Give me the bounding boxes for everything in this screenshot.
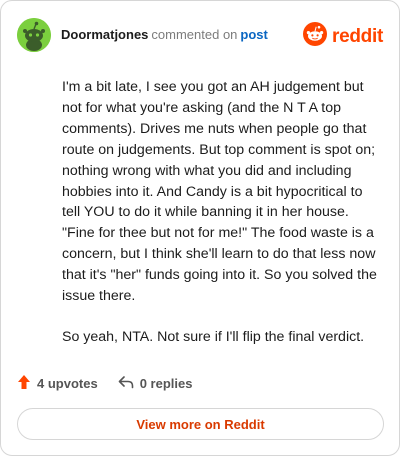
action-text: commented on: [151, 27, 238, 42]
comment-header: Doormatjones commented on post reddit: [17, 17, 383, 53]
view-more-button[interactable]: View more on Reddit: [17, 408, 384, 440]
upvote-count[interactable]: 4 upvotes: [17, 374, 98, 393]
reddit-logo-icon: [303, 22, 328, 51]
comment-body: I'm a bit late, I see you got an AH judg…: [62, 77, 382, 348]
embedded-comment-card: Doormatjones commented on post reddit I'…: [0, 0, 400, 456]
reply-count[interactable]: 0 replies: [118, 375, 193, 392]
reddit-wordmark: reddit: [332, 25, 383, 47]
reply-arrow-icon: [118, 375, 134, 392]
reply-label: 0 replies: [139, 375, 193, 391]
reddit-brand[interactable]: reddit: [303, 22, 383, 51]
upvote-label: 4 upvotes: [37, 375, 98, 391]
comment-byline: Doormatjones commented on post: [61, 26, 268, 44]
comment-paragraph: So yeah, NTA. Not sure if I'll flip the …: [62, 328, 365, 345]
comment-footer: 4 upvotes 0 replies: [17, 373, 192, 393]
upvote-arrow-icon: [17, 374, 31, 393]
comment-paragraph: I'm a bit late, I see you got an AH judg…: [62, 79, 377, 305]
post-link[interactable]: post: [240, 27, 267, 42]
author-username[interactable]: Doormatjones: [61, 27, 148, 42]
snoo-avatar-icon[interactable]: [17, 18, 51, 52]
